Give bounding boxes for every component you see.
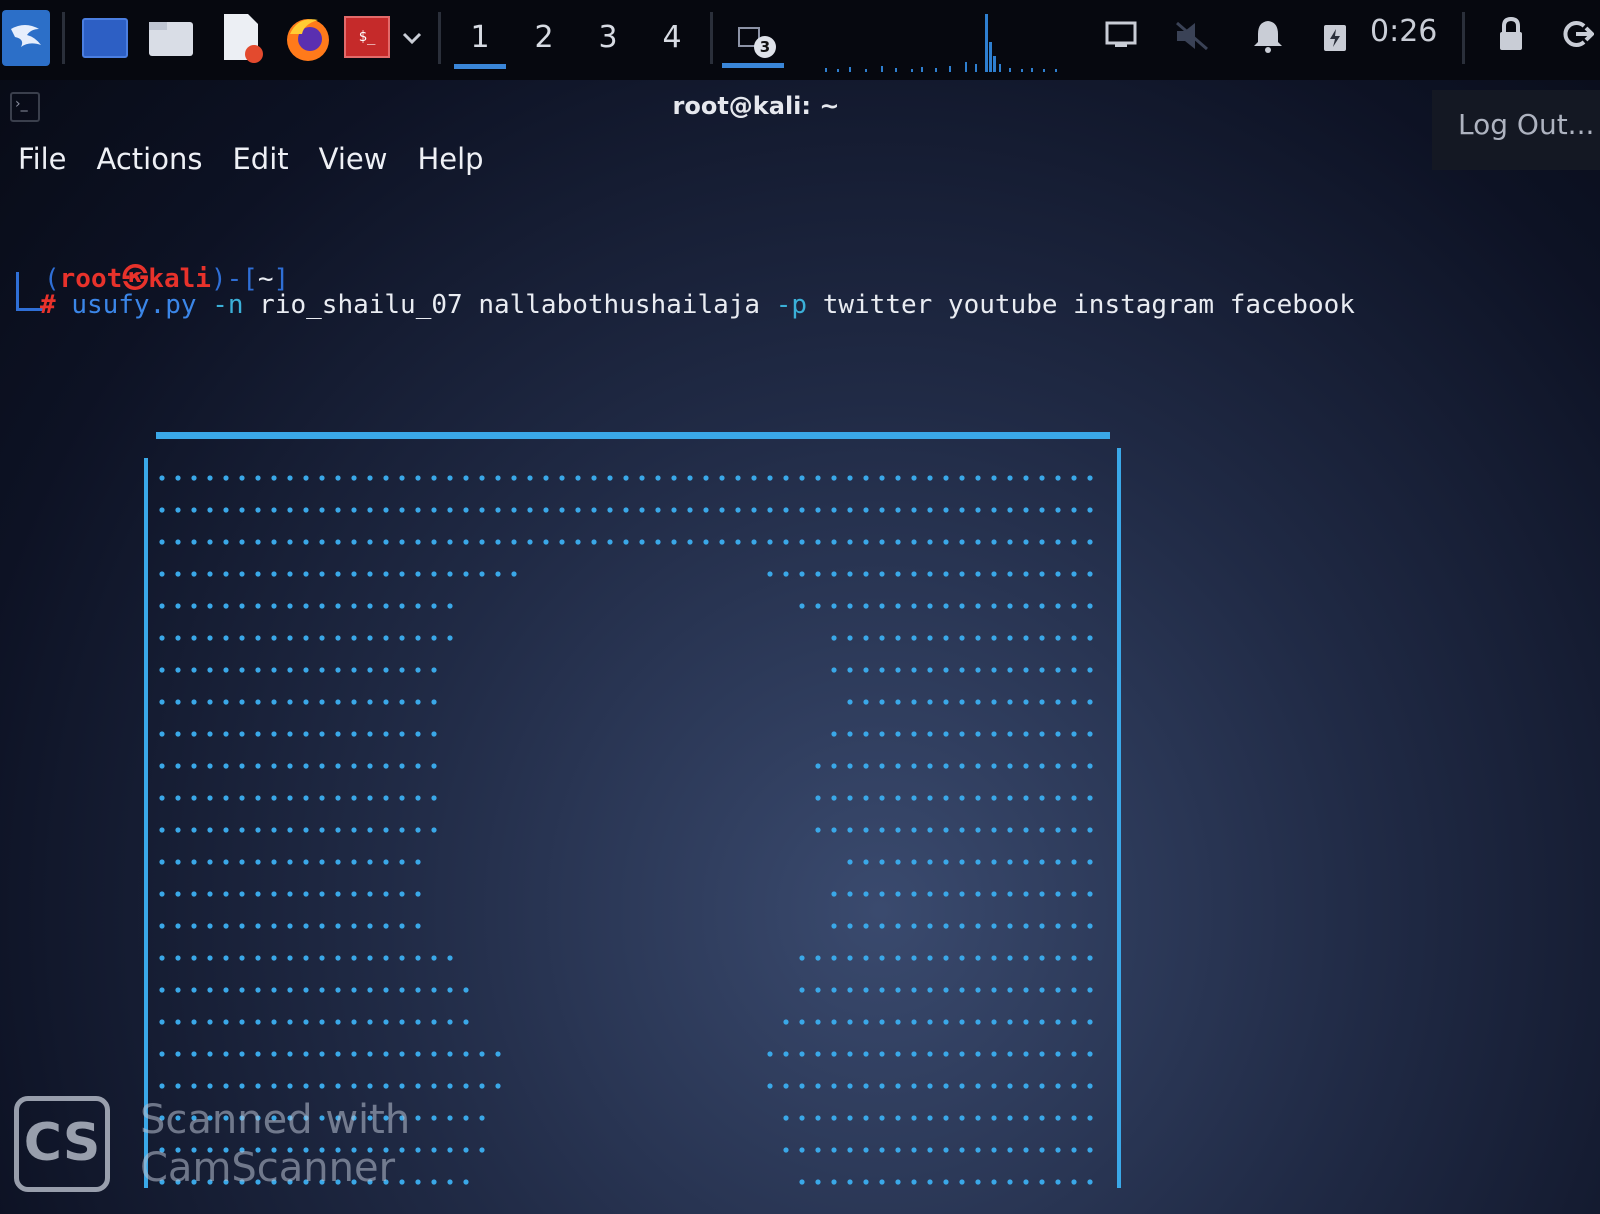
banner-dot-row	[159, 507, 1093, 513]
banner-dot-row	[159, 1083, 1093, 1089]
banner-top-line	[156, 432, 1110, 439]
banner-dot-row	[159, 955, 1093, 961]
camscanner-watermark: Scanned with CamScanner	[140, 1096, 410, 1192]
banner-dot-row	[159, 667, 1093, 673]
banner-dot-row	[159, 891, 1093, 897]
watermark-line-1: Scanned with	[140, 1097, 411, 1143]
banner-dot-row	[159, 539, 1093, 545]
banner-dot-row	[159, 475, 1093, 481]
banner-dot-row	[159, 923, 1093, 929]
camscanner-logo: CS	[14, 1096, 110, 1192]
banner-dot-row	[159, 699, 1093, 705]
banner-dot-row	[159, 571, 1093, 577]
banner-dot-row	[159, 987, 1093, 993]
banner-dot-row	[159, 763, 1093, 769]
banner-dot-row	[159, 731, 1093, 737]
banner-dot-row	[159, 1019, 1093, 1025]
banner-right-border	[1117, 448, 1121, 1188]
banner-dot-row	[159, 603, 1093, 609]
banner-dot-row	[159, 827, 1093, 833]
banner-dot-row	[159, 859, 1093, 865]
banner-dot-row	[159, 795, 1093, 801]
banner-left-border	[144, 458, 148, 1188]
banner-dot-row	[159, 635, 1093, 641]
banner-dot-row	[159, 1051, 1093, 1057]
watermark-line-2: CamScanner	[140, 1145, 396, 1191]
ascii-banner-art	[144, 432, 1121, 1188]
